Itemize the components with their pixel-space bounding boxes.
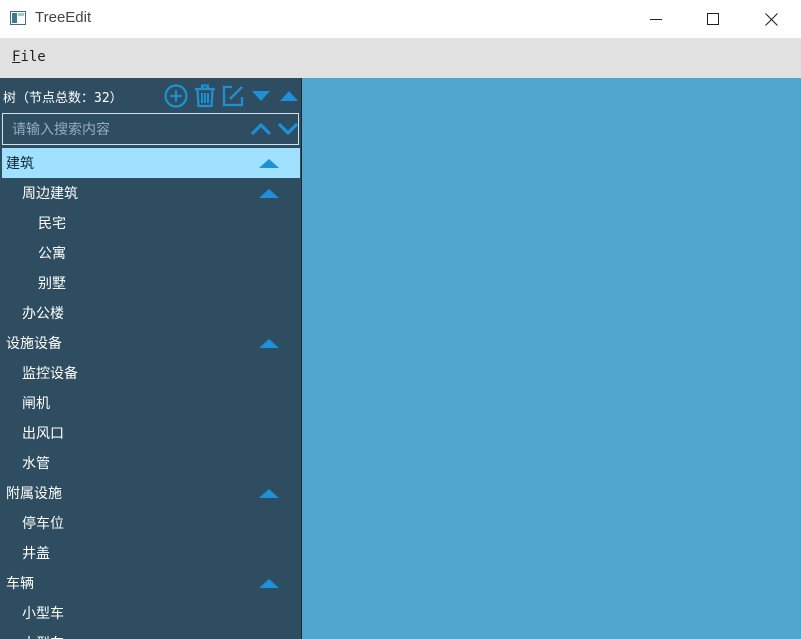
minimize-icon: [650, 19, 662, 20]
tree-item-label: 闸机: [22, 396, 50, 412]
tree-item-label: 停车位: [22, 516, 64, 532]
tree-item[interactable]: 周边建筑: [2, 178, 300, 208]
tree-item[interactable]: 水管: [2, 448, 300, 478]
tree-item-label: 周边建筑: [22, 186, 78, 202]
tree-item[interactable]: 民宅: [2, 208, 300, 238]
menu-file[interactable]: File: [12, 49, 46, 65]
maximize-icon: [707, 13, 719, 25]
tree-item-label: 附属设施: [6, 486, 62, 502]
delete-node-button[interactable]: [193, 84, 217, 108]
tree-item-label: 监控设备: [22, 366, 78, 382]
tree-item[interactable]: 办公楼: [2, 298, 300, 328]
tree-view[interactable]: 建筑周边建筑民宅公寓别墅办公楼设施设备监控设备闸机出风口水管附属设施停车位井盖车…: [2, 148, 300, 639]
tree-item[interactable]: 大型车: [2, 628, 300, 639]
collapse-triangle-icon[interactable]: [258, 158, 280, 169]
tree-item[interactable]: 出风口: [2, 418, 300, 448]
tree-item-label: 民宅: [38, 216, 66, 232]
collapse-triangle-icon[interactable]: [258, 578, 280, 589]
tree-item[interactable]: 小型车: [2, 598, 300, 628]
search-next-button[interactable]: [276, 118, 300, 140]
tree-item-label: 出风口: [22, 426, 64, 442]
close-icon: [764, 12, 778, 26]
close-button[interactable]: [742, 0, 800, 38]
tree-item[interactable]: 别墅: [2, 268, 300, 298]
search-box: [2, 113, 300, 146]
chevron-down-icon: [277, 122, 299, 136]
app-icon: [10, 11, 26, 25]
tree-item-label: 大型车: [22, 633, 64, 639]
search-input[interactable]: [3, 114, 254, 146]
menu-bar: File: [0, 38, 801, 78]
collapse-triangle-icon[interactable]: [258, 338, 280, 349]
search-prev-button[interactable]: [249, 118, 273, 140]
window-title: TreeEdit: [35, 9, 92, 26]
content-area: [302, 78, 801, 639]
triangle-down-icon: [252, 91, 270, 101]
add-node-button[interactable]: [164, 84, 188, 108]
add-circle-icon: [164, 84, 188, 108]
tree-item[interactable]: 停车位: [2, 508, 300, 538]
tree-item-label: 水管: [22, 456, 50, 472]
tree-item-label: 小型车: [22, 606, 64, 622]
title-bar: TreeEdit: [0, 0, 801, 38]
tree-item-label: 井盖: [22, 546, 50, 562]
triangle-up-icon: [280, 91, 298, 101]
tree-item[interactable]: 设施设备: [2, 328, 300, 358]
maximize-button[interactable]: [684, 0, 742, 38]
minimize-button[interactable]: [627, 0, 685, 38]
trash-icon: [195, 84, 215, 108]
chevron-up-icon: [250, 122, 272, 136]
expand-all-button[interactable]: [249, 84, 273, 108]
tree-item-label: 办公楼: [22, 306, 64, 322]
tree-item-label: 公寓: [38, 246, 66, 262]
collapse-triangle-icon[interactable]: [258, 488, 280, 499]
tree-item[interactable]: 公寓: [2, 238, 300, 268]
tree-item[interactable]: 闸机: [2, 388, 300, 418]
tree-item[interactable]: 监控设备: [2, 358, 300, 388]
edit-node-button[interactable]: [221, 84, 245, 108]
tree-item-label: 别墅: [38, 276, 66, 292]
tree-item[interactable]: 井盖: [2, 538, 300, 568]
collapse-triangle-icon[interactable]: [258, 188, 280, 199]
tree-item-label: 车辆: [6, 576, 34, 592]
menu-file-label: ile: [20, 49, 46, 65]
collapse-all-button[interactable]: [277, 84, 301, 108]
edit-icon: [222, 85, 244, 107]
tree-item[interactable]: 车辆: [2, 568, 300, 598]
tree-panel-title: 树（节点总数：32）: [3, 91, 123, 106]
tree-item-label: 建筑: [6, 156, 34, 172]
tree-item-label: 设施设备: [6, 336, 62, 352]
tree-item[interactable]: 建筑: [2, 148, 300, 178]
tree-item[interactable]: 附属设施: [2, 478, 300, 508]
